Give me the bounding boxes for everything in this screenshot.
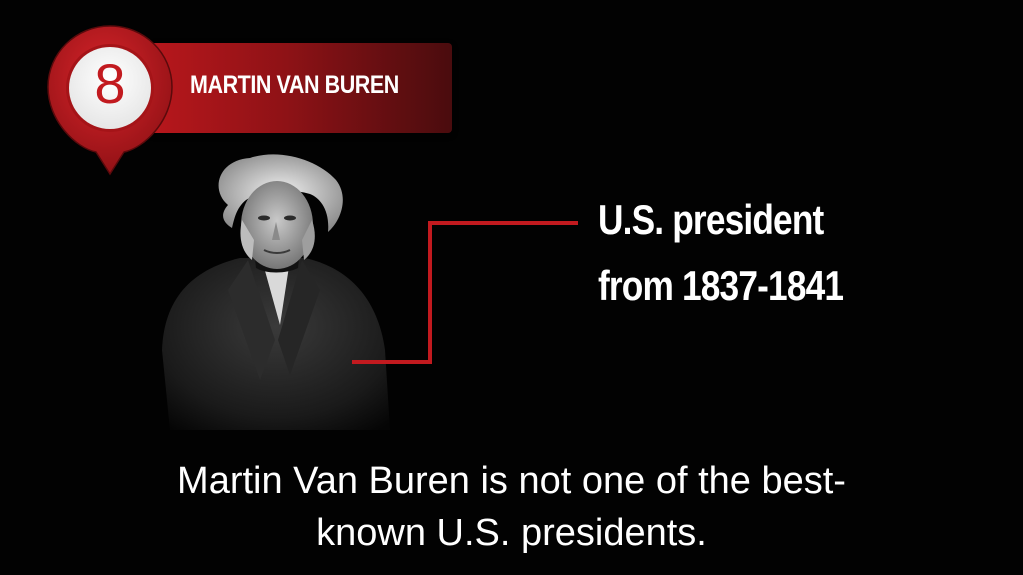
title-banner: MARTIN VAN BUREN [150, 43, 452, 133]
portrait-image [150, 150, 395, 430]
caption-line-1: Martin Van Buren is not one of the best- [177, 460, 846, 502]
fact-text: U.S. president from 1837-1841 [598, 187, 934, 319]
portrait-engraving-icon [162, 154, 390, 430]
person-name: MARTIN VAN BUREN [190, 71, 399, 99]
caption-line-2: known U.S. presidents. [316, 512, 707, 554]
video-frame: MARTIN VAN BUREN 8 U.S. president from 1… [0, 0, 1023, 575]
rank-number: 8 [94, 52, 126, 115]
fact-line-1: U.S. president [598, 196, 824, 243]
fact-line-2: from 1837-1841 [598, 262, 844, 309]
subtitle-caption: Martin Van Buren is not one of the best-… [0, 455, 1023, 559]
